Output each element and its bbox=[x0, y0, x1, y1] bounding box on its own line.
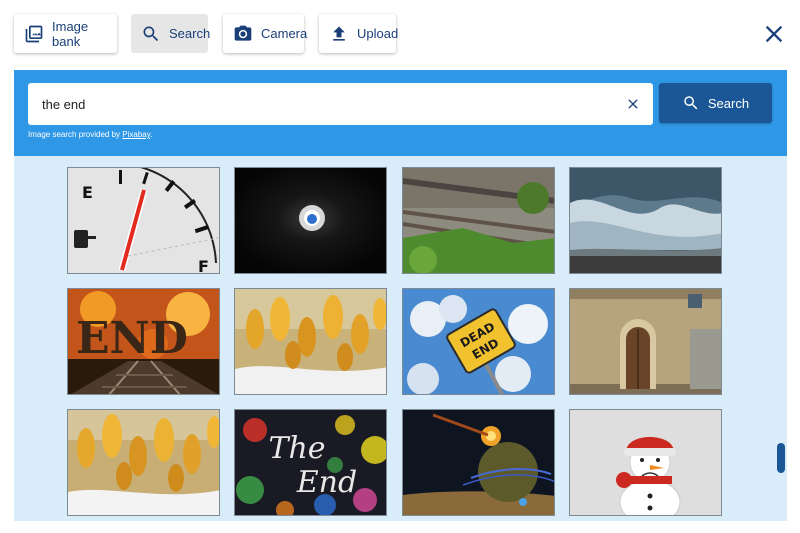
search-field bbox=[28, 83, 653, 125]
scrollbar-thumb[interactable] bbox=[777, 443, 785, 473]
result-thumbnail[interactable]: DEAD END bbox=[402, 288, 555, 395]
svg-text:The: The bbox=[268, 431, 325, 466]
source-toolbar: Image bank Search Camera Upload bbox=[0, 0, 800, 70]
image-bank-icon bbox=[24, 24, 44, 44]
image-bank-button[interactable]: Image bank bbox=[14, 14, 117, 53]
provider-link[interactable]: Pixabay bbox=[122, 130, 150, 139]
search-submit-button[interactable]: Search bbox=[659, 83, 772, 123]
upload-button[interactable]: Upload bbox=[319, 14, 399, 53]
upload-icon bbox=[329, 24, 349, 44]
search-submit-label: Search bbox=[707, 95, 750, 111]
upload-label: Upload bbox=[357, 26, 399, 41]
result-thumbnail[interactable] bbox=[234, 288, 387, 395]
svg-text:E: E bbox=[82, 183, 93, 202]
magnifier-icon bbox=[682, 94, 700, 112]
magnifier-icon bbox=[141, 24, 161, 44]
camera-button[interactable]: Camera bbox=[223, 14, 308, 53]
result-thumbnail[interactable] bbox=[402, 409, 555, 516]
camera-icon bbox=[233, 24, 253, 44]
svg-text:END: END bbox=[76, 313, 188, 364]
provider-suffix: . bbox=[150, 130, 153, 139]
image-bank-label: Image bank bbox=[52, 18, 89, 49]
search-input[interactable] bbox=[28, 83, 618, 125]
svg-text:End: End bbox=[296, 465, 357, 500]
clear-icon[interactable] bbox=[625, 96, 641, 112]
result-thumbnail[interactable]: E F bbox=[67, 167, 220, 274]
provider-text: Image search provided by bbox=[28, 130, 123, 139]
camera-label: Camera bbox=[261, 26, 308, 41]
result-thumbnail[interactable] bbox=[234, 167, 387, 274]
provider-credit: Image search provided by Pixabay. bbox=[28, 130, 152, 139]
result-thumbnail[interactable]: END bbox=[67, 288, 220, 395]
result-thumbnail[interactable] bbox=[67, 409, 220, 516]
result-thumbnail[interactable]: The End bbox=[234, 409, 387, 516]
search-tab-button[interactable]: Search bbox=[131, 14, 211, 53]
close-icon[interactable] bbox=[760, 20, 788, 48]
search-bar-area: Search Image search provided by Pixabay. bbox=[14, 70, 787, 156]
search-tab-label: Search bbox=[169, 26, 211, 41]
result-thumbnail[interactable] bbox=[402, 167, 555, 274]
svg-text:F: F bbox=[198, 257, 209, 274]
result-thumbnail[interactable] bbox=[569, 288, 722, 395]
search-panel: Search Image search provided by Pixabay.… bbox=[14, 70, 787, 521]
result-thumbnail[interactable] bbox=[569, 409, 722, 516]
result-thumbnail[interactable] bbox=[569, 167, 722, 274]
